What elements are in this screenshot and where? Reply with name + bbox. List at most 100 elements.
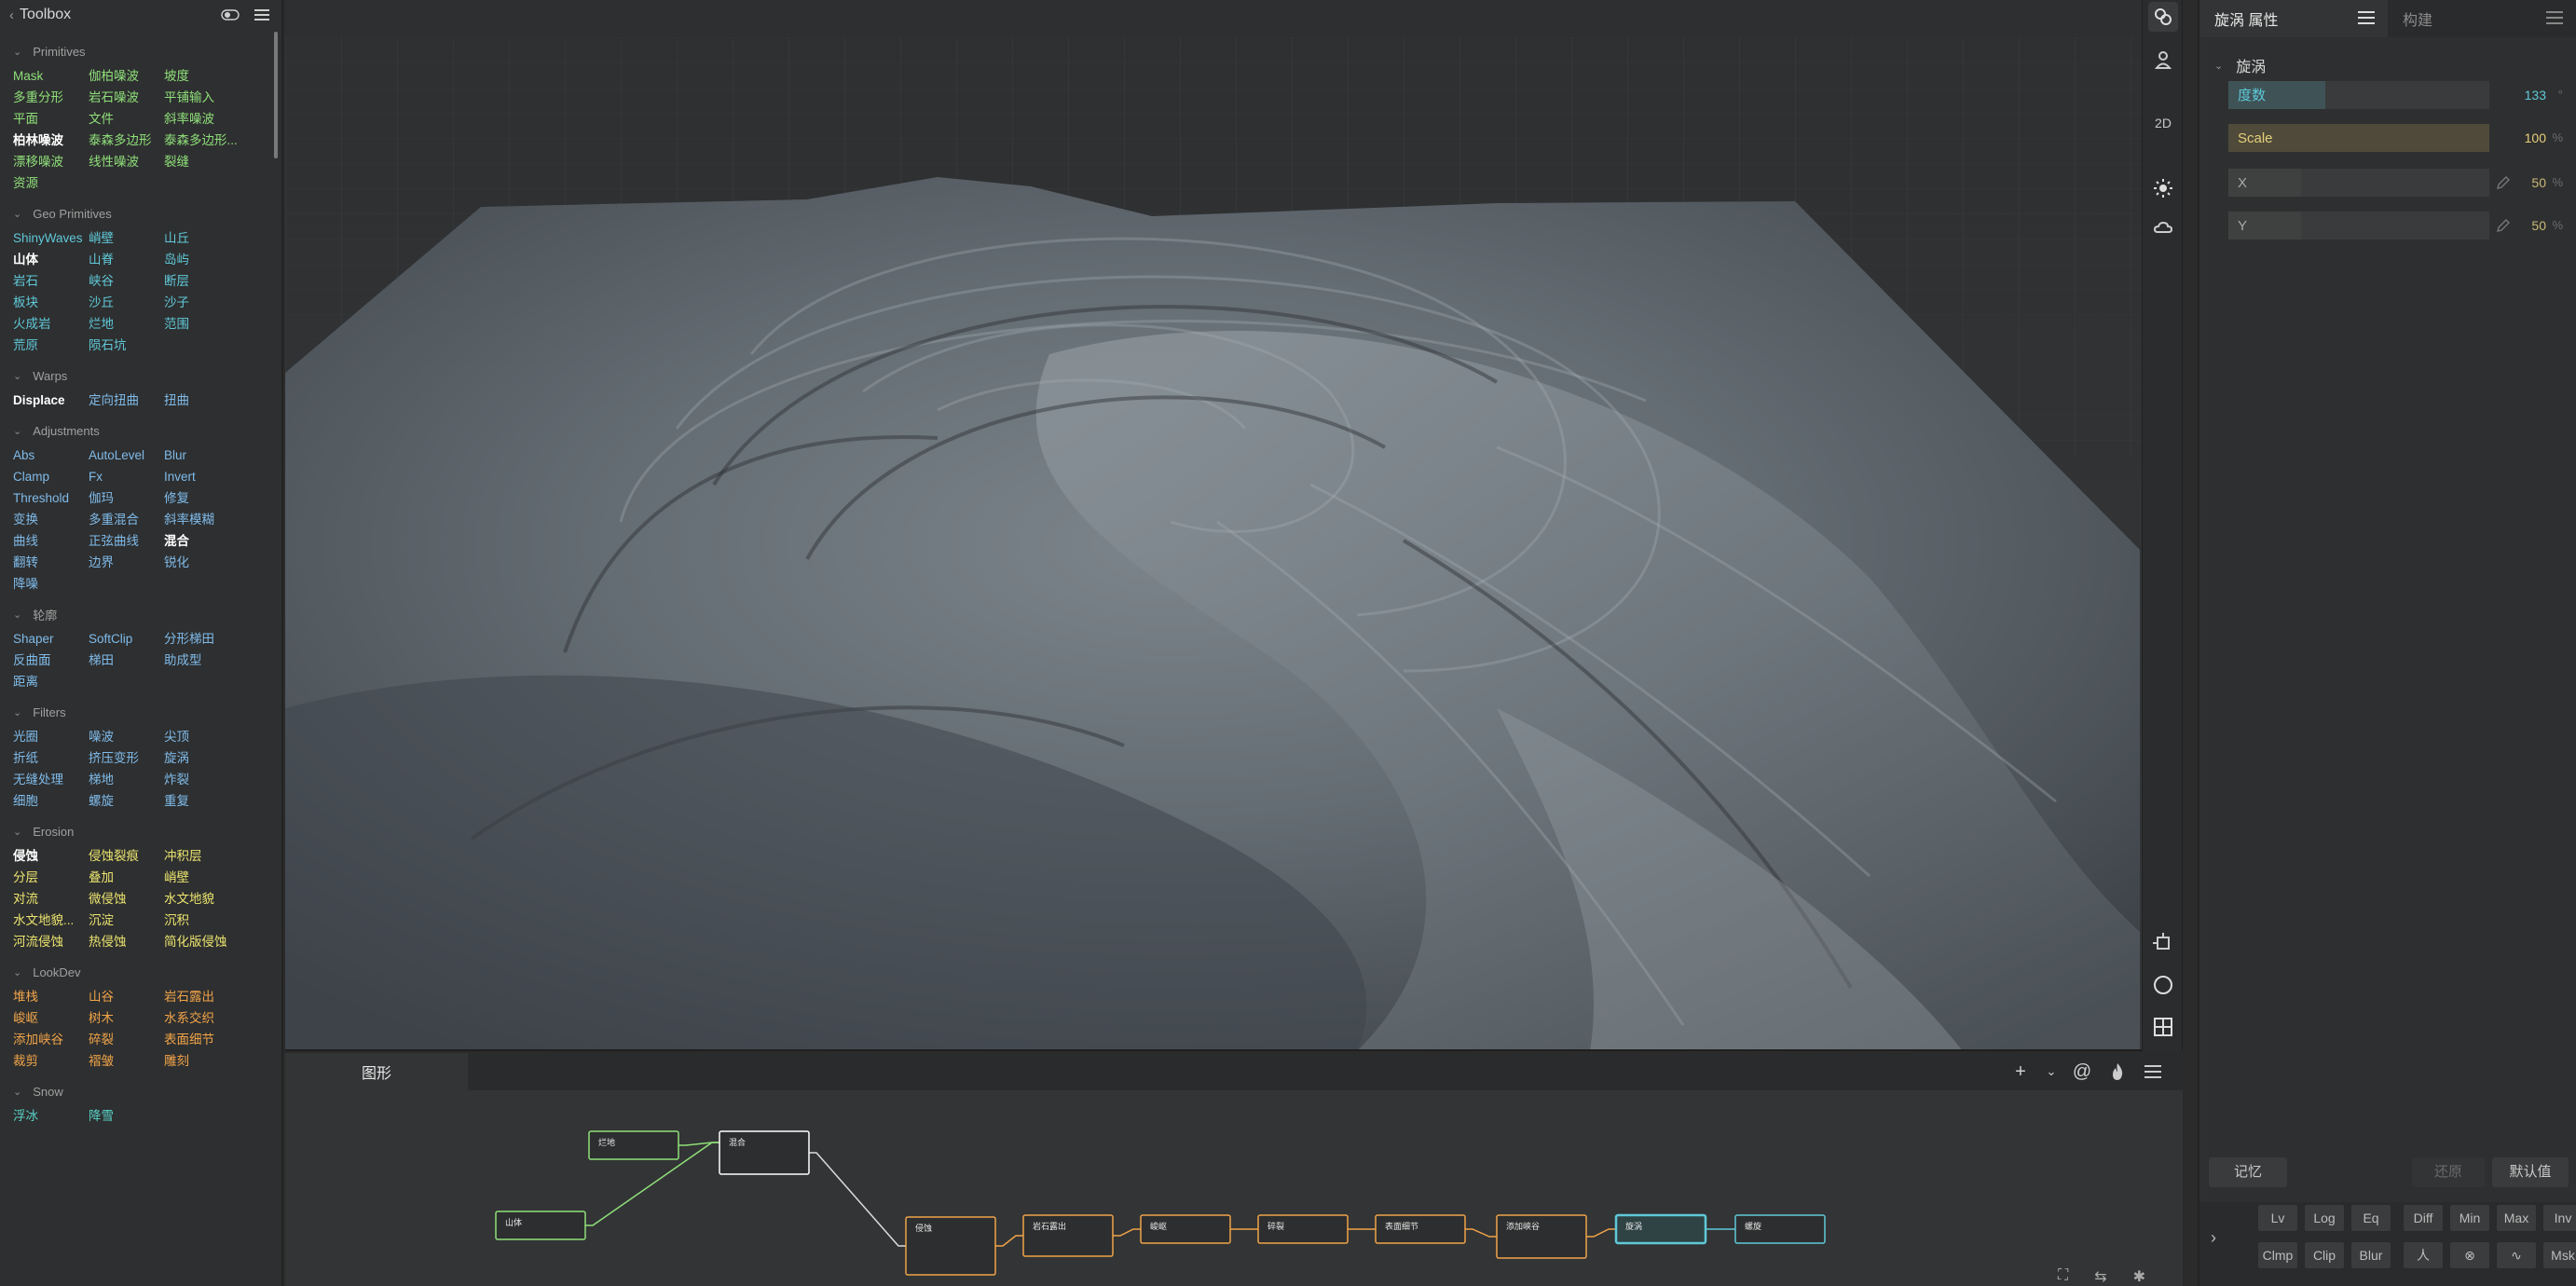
toolbox-item[interactable]: 范围 [164, 315, 276, 333]
operator-button[interactable]: Eq [2350, 1204, 2391, 1232]
category-header[interactable]: ⌄ Geo Primitives [13, 203, 281, 224]
toolbox-item[interactable]: 断层 [164, 272, 276, 290]
toolbox-item[interactable]: 沉淀 [89, 911, 164, 929]
chevron-left-icon[interactable]: ‹ [9, 7, 14, 23]
property-slider[interactable]: Y [2227, 211, 2490, 240]
person-icon[interactable] [2148, 45, 2178, 75]
operator-button[interactable]: ∿ [2496, 1241, 2537, 1269]
toolbox-item[interactable]: 雕刻 [164, 1052, 276, 1070]
category-header[interactable]: ⌄ Warps [13, 365, 281, 386]
toolbox-item[interactable]: 伽柏噪波 [89, 67, 164, 85]
plus-icon[interactable]: + [2009, 1060, 2032, 1083]
toolbox-item[interactable]: 河流侵蚀 [13, 933, 89, 951]
toolbox-item[interactable]: 斜率噪波 [164, 110, 276, 128]
operator-button[interactable]: Lv [2257, 1204, 2298, 1232]
toolbox-item[interactable]: 翻转 [13, 554, 89, 571]
category-header[interactable]: ⌄ Filters [13, 702, 281, 722]
tab-graph[interactable]: 图形 [285, 1053, 468, 1090]
toolbox-item[interactable]: 叠加 [89, 869, 164, 886]
toolbox-item[interactable]: 水文地貌 [164, 890, 276, 908]
property-value[interactable]: 100 [2525, 123, 2546, 153]
toolbox-item[interactable]: 微侵蚀 [89, 890, 164, 908]
operator-button[interactable]: Max [2496, 1204, 2537, 1232]
toolbox-item[interactable]: 降雪 [89, 1107, 164, 1125]
property-value[interactable]: 133 [2525, 80, 2546, 110]
toolbox-item[interactable]: 伽玛 [89, 489, 164, 507]
operator-button[interactable]: 人 [2403, 1241, 2444, 1269]
mode-2d-button[interactable]: 2D [2148, 108, 2178, 138]
graph-node[interactable]: 岩石露出 [1022, 1214, 1114, 1257]
toolbox-item[interactable]: 变换 [13, 511, 89, 528]
toolbox-item[interactable]: Clamp [13, 468, 89, 486]
toolbox-item[interactable]: 多重混合 [89, 511, 164, 528]
toolbox-item[interactable]: 山体 [13, 251, 89, 268]
toolbox-item[interactable]: ShinyWaves [13, 229, 89, 247]
toolbox-item[interactable]: 裂缝 [164, 153, 276, 171]
toolbox-item[interactable]: Shaper [13, 630, 89, 648]
property-slider[interactable]: Scale [2227, 123, 2490, 153]
toolbox-item[interactable]: 降噪 [13, 575, 89, 593]
toolbox-item[interactable]: 反曲面 [13, 651, 89, 669]
category-header[interactable]: ⌄ Snow [13, 1081, 281, 1101]
toolbox-item[interactable]: Blur [164, 446, 276, 464]
toolbox-item[interactable]: 光圈 [13, 728, 89, 746]
restore-button[interactable]: 还原 [2412, 1157, 2485, 1187]
category-header[interactable]: ⌄ Primitives [13, 41, 281, 62]
toolbox-item[interactable]: Threshold [13, 489, 89, 507]
toolbox-item[interactable]: Fx [89, 468, 164, 486]
toolbox-item[interactable]: 沙丘 [89, 294, 164, 311]
toolbox-item[interactable]: 岩石噪波 [89, 89, 164, 106]
toolbox-item[interactable]: 岩石露出 [164, 988, 276, 1006]
toolbox-item[interactable]: 荒原 [13, 336, 89, 354]
toolbox-item[interactable]: 陨石坑 [89, 336, 164, 354]
toolbox-item[interactable]: 褶皱 [89, 1052, 164, 1070]
toolbox-item[interactable]: 泰森多边形... [164, 131, 276, 149]
toolbox-item[interactable]: 对流 [13, 890, 89, 908]
toolbox-scrollbar[interactable] [274, 32, 278, 158]
menu-icon[interactable] [2142, 1060, 2164, 1083]
graph-node[interactable]: 表面细节 [1375, 1214, 1466, 1244]
fit-icon[interactable]: ⛶ [2058, 1267, 2068, 1286]
toolbox-item[interactable]: 山谷 [89, 988, 164, 1006]
menu-icon[interactable] [252, 6, 272, 24]
toolbox-item[interactable]: Abs [13, 446, 89, 464]
toolbox-item[interactable]: 岩石 [13, 272, 89, 290]
toolbox-item[interactable]: 漂移噪波 [13, 153, 89, 171]
property-slider[interactable]: 度数 [2227, 80, 2490, 110]
operator-button[interactable]: Diff [2403, 1204, 2444, 1232]
toolbox-item[interactable]: 平面 [13, 110, 89, 128]
toolbox-item[interactable]: 浮冰 [13, 1107, 89, 1125]
toolbox-item[interactable]: 重复 [164, 792, 276, 810]
toolbox-item[interactable]: 山脊 [89, 251, 164, 268]
graph-node[interactable]: 侵蚀 [905, 1216, 996, 1276]
pencil-icon[interactable] [2496, 218, 2511, 238]
operator-button[interactable]: Min [2449, 1204, 2490, 1232]
graph-node[interactable]: 旋涡 [1614, 1213, 1707, 1245]
link-icon[interactable] [2148, 2, 2178, 32]
default-button[interactable]: 默认值 [2492, 1157, 2569, 1187]
graph-node[interactable]: 烂地 [588, 1130, 679, 1160]
toolbox-item[interactable]: 扭曲 [164, 391, 276, 409]
toolbox-item[interactable]: 修复 [164, 489, 276, 507]
graph-node[interactable]: 碎裂 [1257, 1214, 1349, 1244]
toolbox-item[interactable]: 峭壁 [164, 869, 276, 886]
toolbox-item[interactable]: 炸裂 [164, 771, 276, 788]
chevron-right-icon[interactable]: › [2211, 1228, 2216, 1248]
toolbox-item[interactable]: 分形梯田 [164, 630, 276, 648]
property-value[interactable]: 50 [2531, 168, 2546, 198]
toolbox-item[interactable]: 峭壁 [89, 229, 164, 247]
toolbox-item[interactable]: 锐化 [164, 554, 276, 571]
property-value[interactable]: 50 [2531, 211, 2546, 240]
toolbox-item[interactable]: 挤压变形 [89, 749, 164, 767]
toolbox-item[interactable]: Invert [164, 468, 276, 486]
toolbox-item[interactable]: 板块 [13, 294, 89, 311]
toolbox-item[interactable]: 表面细节 [164, 1031, 276, 1048]
toolbox-item[interactable]: 无缝处理 [13, 771, 89, 788]
grid-icon[interactable] [2148, 1012, 2178, 1042]
tab-properties[interactable]: 旋涡 属性 [2199, 0, 2388, 37]
toolbox-item[interactable]: 正弦曲线 [89, 532, 164, 550]
pencil-icon[interactable] [2496, 175, 2511, 195]
operator-button[interactable]: ⊗ [2449, 1241, 2490, 1269]
toolbox-item[interactable]: 沉积 [164, 911, 276, 929]
toolbox-item[interactable]: 助成型 [164, 651, 276, 669]
